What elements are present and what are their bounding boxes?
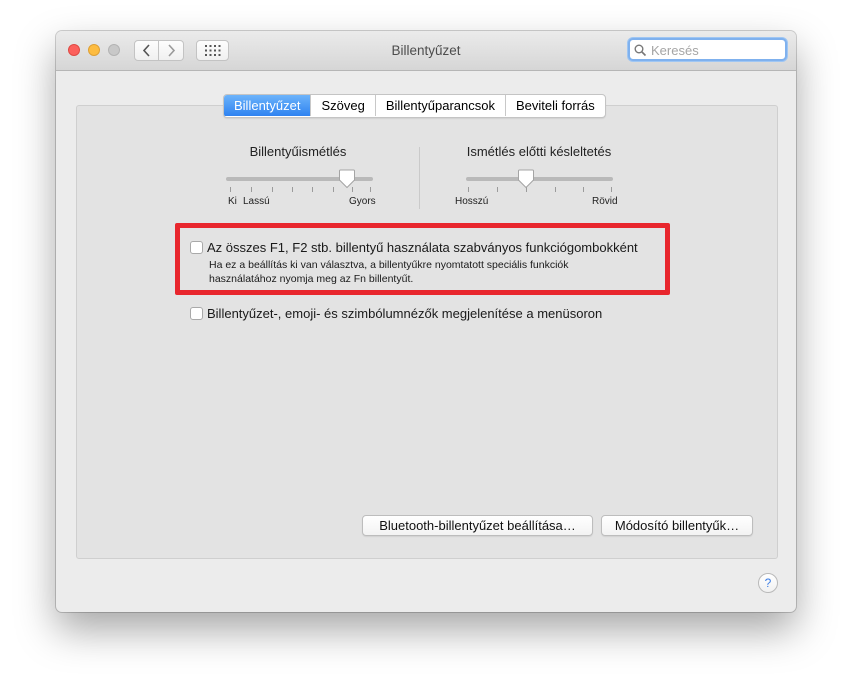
- key-repeat-title: Billentyűismétlés: [249, 144, 347, 159]
- fn-keys-description: Ha ez a beállítás ki van választva, a bi…: [209, 258, 649, 286]
- tab-bar: Billentyűzet Szöveg Billentyűparancsok B…: [223, 94, 606, 118]
- fn-keys-checkbox[interactable]: [190, 241, 203, 254]
- title-bar: Billentyűzet Keresés: [56, 31, 796, 71]
- delay-long-label: Hosszú: [455, 196, 489, 207]
- fn-keys-label[interactable]: Az összes F1, F2 stb. billentyű használa…: [207, 240, 638, 255]
- search-field[interactable]: Keresés: [628, 38, 787, 61]
- delay-knob[interactable]: [517, 169, 535, 189]
- show-viewers-checkbox[interactable]: [190, 307, 203, 320]
- key-repeat-knob[interactable]: [338, 169, 356, 189]
- slider-divider: [419, 147, 420, 209]
- tab-input-sources[interactable]: Beviteli forrás: [504, 95, 605, 116]
- delay-title: Ismétlés előtti késleltetés: [466, 144, 612, 159]
- key-repeat-slow-label: Lassú: [243, 196, 270, 207]
- help-button[interactable]: ?: [758, 573, 778, 593]
- tab-text[interactable]: Szöveg: [310, 95, 374, 116]
- tab-shortcuts[interactable]: Billentyűparancsok: [374, 95, 505, 116]
- delay-track[interactable]: [466, 177, 613, 181]
- key-repeat-fast-label: Gyors: [349, 196, 376, 207]
- fn-keys-description-line2: használatához nyomja meg az Fn billentyű…: [209, 273, 414, 285]
- bluetooth-setup-button[interactable]: Bluetooth-billentyűzet beállítása…: [362, 515, 593, 536]
- tab-keyboard[interactable]: Billentyűzet: [224, 95, 311, 116]
- show-viewers-label[interactable]: Billentyűzet-, emoji- és szimbólumnézők …: [207, 306, 602, 321]
- search-placeholder: Keresés: [651, 43, 699, 58]
- delay-short-label: Rövid: [592, 196, 618, 207]
- fn-keys-description-line1: Ha ez a beállítás ki van választva, a bi…: [209, 259, 569, 271]
- content-panel: [76, 105, 778, 559]
- preferences-window: Billentyűzet Keresés Billentyűzet Szöveg…: [56, 31, 796, 612]
- key-repeat-off-label: Ki: [228, 196, 237, 207]
- search-icon: [634, 44, 647, 57]
- modifier-keys-button[interactable]: Módosító billentyűk…: [601, 515, 753, 536]
